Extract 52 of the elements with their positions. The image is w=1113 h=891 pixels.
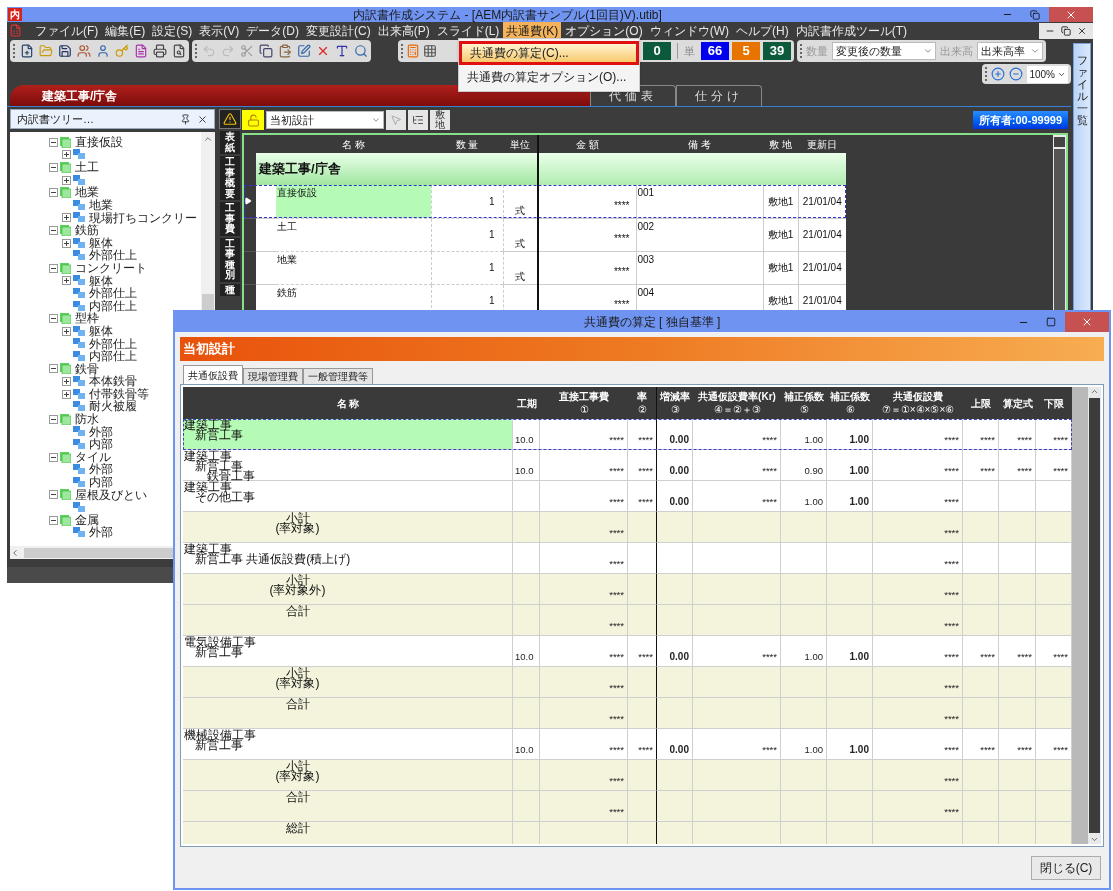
- panel-title: 内訳書ツリー…: [17, 111, 94, 127]
- table-cell: ****: [538, 251, 636, 284]
- table-cell: 総計: [183, 822, 513, 844]
- table-cell: 地業: [276, 251, 431, 284]
- group-header: 建築工事/庁舎: [256, 153, 538, 185]
- table-cell: 002: [636, 218, 763, 251]
- table-cell: 土工: [276, 218, 431, 251]
- table-cell: 式: [503, 218, 538, 251]
- table-cell: 式: [503, 185, 538, 218]
- counter-badge: 39: [763, 42, 791, 60]
- column-header: 工期: [515, 396, 538, 411]
- column-header: 補正係数 ⑤: [783, 390, 825, 417]
- owner-badge: 所有者:00-99999: [972, 111, 1068, 129]
- table-cell: ****: [538, 185, 636, 218]
- column-header: 共通仮設費率(Kr) ④＝②＋③: [697, 390, 777, 417]
- column-header: 上限: [970, 396, 992, 411]
- table-cell: 建築工事 新営工事: [183, 419, 513, 450]
- window-title: 内訳書作成システム - [AEM内訳書サンプル(1回目)V).utib]: [352, 8, 663, 21]
- counter-badge: 5: [732, 42, 760, 60]
- quantity-label: 数量: [806, 43, 828, 59]
- column-header: 名 称: [276, 135, 431, 153]
- table-cell: 003: [636, 251, 763, 284]
- column-header: 算定式: [1001, 396, 1034, 411]
- progress-label: 出来高: [940, 43, 973, 59]
- column-header: 増減率 ③: [659, 390, 691, 417]
- column-header: 共通仮設費 ⑦＝①×④×⑤×⑥: [880, 390, 956, 417]
- column-header: 名 称: [335, 396, 361, 411]
- table-cell: 21/01/04: [798, 185, 846, 218]
- unit-label: 単: [684, 43, 695, 59]
- table-cell: 敷地1: [763, 185, 798, 218]
- counter-badge: 66: [701, 42, 729, 60]
- column-header: 数 量: [431, 135, 503, 153]
- column-header: 補正係数 ⑥: [829, 390, 871, 417]
- table-cell: 001: [636, 185, 763, 218]
- table-cell: 1: [431, 218, 503, 251]
- table-cell: 1: [431, 185, 503, 218]
- table-cell: 1: [431, 251, 503, 284]
- dialog-title: 共通費の算定 [ 独自基準 ]: [582, 314, 722, 331]
- table-cell: 21/01/04: [798, 218, 846, 251]
- table-cell: 式: [503, 251, 538, 284]
- column-header: 敷 地: [763, 135, 798, 153]
- column-header: 金 額: [538, 135, 636, 153]
- column-header: 備 考: [636, 135, 763, 153]
- column-header: 直接工事費 ①: [558, 390, 610, 417]
- table-cell: ****: [538, 218, 636, 251]
- column-header: 更新日: [798, 135, 846, 153]
- counter-badge: 0: [643, 42, 671, 60]
- section-header: 当初設計: [180, 337, 1104, 361]
- app-logo: 内: [8, 8, 22, 21]
- table-cell: 直接仮設: [276, 185, 431, 218]
- column-header: 下限: [1043, 396, 1065, 411]
- table-cell: 21/01/04: [798, 251, 846, 284]
